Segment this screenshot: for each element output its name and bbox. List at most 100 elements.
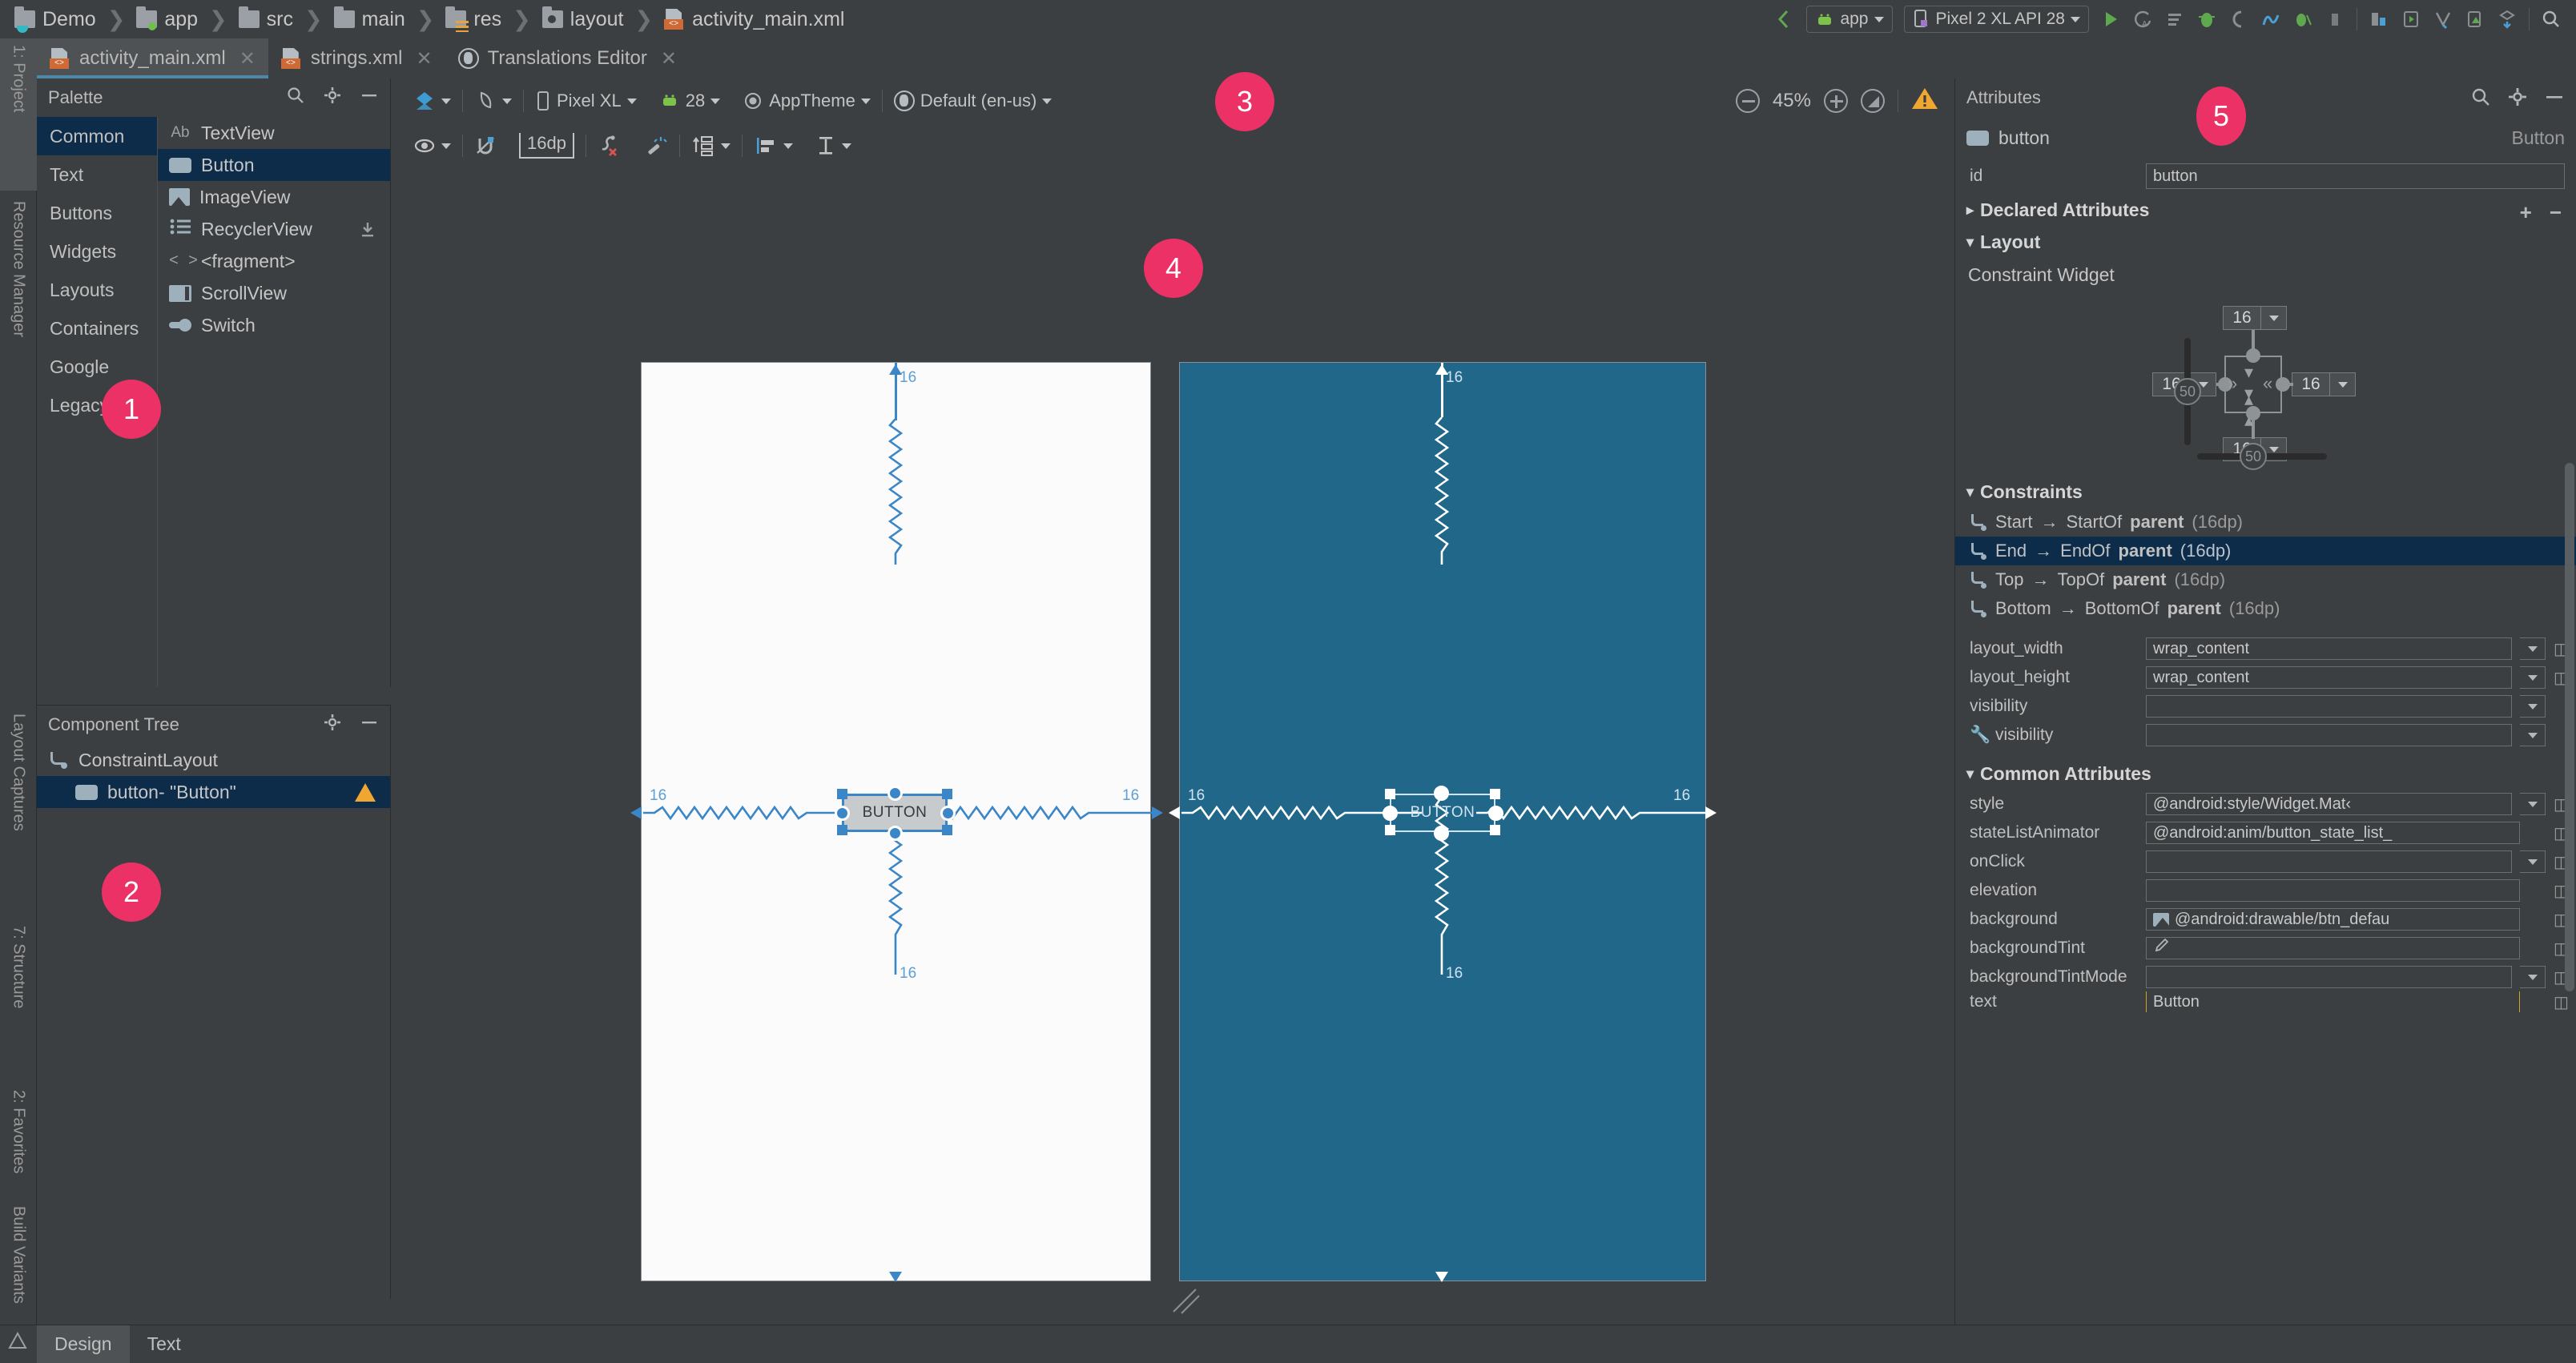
visibility-selector[interactable] xyxy=(402,136,462,155)
palette-item-switch[interactable]: Switch xyxy=(158,309,390,341)
apply-code-changes-icon[interactable] xyxy=(2164,9,2185,30)
breadcrumb-item-app[interactable]: app xyxy=(136,6,198,31)
breadcrumb-item-layout[interactable]: layout xyxy=(541,6,624,31)
tab-strings-xml[interactable]: <> strings.xml ✕ xyxy=(268,38,445,78)
close-icon[interactable]: ✕ xyxy=(417,47,433,70)
resize-handle-top[interactable] xyxy=(1434,786,1449,801)
pin-icon[interactable]: ◫ xyxy=(2554,668,2569,688)
stop-icon[interactable] xyxy=(2324,9,2345,30)
autoconnect-toggle[interactable] xyxy=(463,135,508,157)
locale-selector[interactable]: Default (en-us) xyxy=(883,90,1064,111)
chevron-down-icon[interactable] xyxy=(2520,695,2546,718)
gear-icon[interactable] xyxy=(323,86,342,110)
infer-constraints-button[interactable] xyxy=(633,135,679,157)
pack-selector[interactable] xyxy=(680,135,742,157)
remove-attribute-button[interactable]: − xyxy=(2550,200,2562,225)
profiler-icon[interactable] xyxy=(2260,9,2281,30)
chevron-down-icon[interactable] xyxy=(2520,850,2546,873)
warning-icon[interactable] xyxy=(1911,86,1938,116)
breadcrumb-item-file[interactable]: <> activity_main.xml xyxy=(664,8,844,31)
palette-category-layouts[interactable]: Layouts xyxy=(37,271,157,309)
minimize-icon[interactable] xyxy=(2544,86,2565,112)
tab-translations-editor[interactable]: Translations Editor ✕ xyxy=(445,38,690,78)
pin-icon[interactable]: ◫ xyxy=(2554,910,2569,930)
palette-category-text[interactable]: Text xyxy=(37,155,157,194)
close-icon[interactable]: ✕ xyxy=(661,47,677,70)
attribute-value-input[interactable]: @android:style/Widget.Mat‹ xyxy=(2146,793,2512,815)
palette-category-containers[interactable]: Containers xyxy=(37,309,157,348)
run-icon[interactable] xyxy=(2100,9,2121,30)
attribute-value-input[interactable]: wrap_content xyxy=(2146,666,2512,689)
palette-item-textview[interactable]: Ab TextView xyxy=(158,117,390,149)
avd-manager-icon[interactable] xyxy=(2401,9,2421,30)
corner-handle-tl[interactable] xyxy=(1385,789,1395,799)
zoom-fit-icon[interactable] xyxy=(1861,89,1885,113)
attributes-scrollbar[interactable] xyxy=(2565,463,2574,991)
tab-activity-main-xml[interactable]: <> activity_main.xml ✕ xyxy=(37,38,268,78)
resize-handle-top[interactable] xyxy=(888,786,903,801)
search-icon[interactable] xyxy=(286,86,305,110)
attach-debugger-icon[interactable] xyxy=(2228,9,2249,30)
corner-handle-bl[interactable] xyxy=(1385,825,1395,835)
pin-icon[interactable]: ◫ xyxy=(2554,639,2569,659)
palette-item-scrollview[interactable]: ScrollView xyxy=(158,277,390,309)
pin-icon[interactable]: ◫ xyxy=(2554,881,2569,901)
constraint-item-end[interactable]: End → EndOf parent (16dp) xyxy=(1955,537,2576,565)
minimize-icon[interactable] xyxy=(360,713,379,737)
margin-end-control[interactable]: 16 xyxy=(2292,372,2356,396)
attribute-value-input[interactable]: @android:drawable/btn_defau xyxy=(2146,908,2520,931)
sdk-manager-icon[interactable] xyxy=(2369,9,2389,30)
chevron-down-icon[interactable] xyxy=(2520,793,2546,815)
resize-handle-bottom[interactable] xyxy=(1434,826,1449,841)
attribute-value-input[interactable]: wrap_content xyxy=(2146,637,2512,660)
api-selector[interactable]: 28 xyxy=(648,90,731,111)
constraint-anchor-end[interactable] xyxy=(2276,377,2290,392)
chevron-down-icon[interactable] xyxy=(2520,966,2546,988)
layout-section[interactable]: ▾ Layout xyxy=(1955,226,2576,258)
margin-top-control[interactable]: 16 xyxy=(2223,306,2287,330)
add-attribute-button[interactable]: + xyxy=(2520,200,2532,225)
sidebar-item-resource-manager[interactable]: Resource Manager xyxy=(0,195,37,427)
chevron-down-icon[interactable] xyxy=(2261,306,2287,330)
declared-attributes-section[interactable]: ▸ Declared Attributes + − xyxy=(1955,194,2576,226)
chevron-down-icon[interactable] xyxy=(2520,637,2546,660)
tab-text[interactable]: Text xyxy=(130,1325,199,1363)
attribute-value-input[interactable]: Button xyxy=(2146,991,2520,1012)
default-margin-selector[interactable]: 16dp xyxy=(508,133,586,159)
close-icon[interactable]: ✕ xyxy=(239,47,256,70)
search-icon[interactable] xyxy=(2541,9,2562,30)
layout-inspector-icon[interactable] xyxy=(2497,9,2518,30)
tree-node-constraintlayout[interactable]: ConstraintLayout xyxy=(37,744,390,776)
clear-constraints-button[interactable] xyxy=(586,135,633,157)
chevron-double-up-icon[interactable]: ▴ ▴ xyxy=(2244,389,2253,431)
debug-attach-icon[interactable] xyxy=(2292,9,2313,30)
resize-handle-left[interactable] xyxy=(835,806,850,821)
constraint-item-top[interactable]: Top → TopOf parent (16dp) xyxy=(1955,565,2576,594)
tree-node-button[interactable]: button- "Button" xyxy=(37,776,390,808)
palette-item-fragment[interactable]: < > <fragment> xyxy=(158,245,390,277)
resize-handle-bottom[interactable] xyxy=(888,826,903,841)
pin-icon[interactable]: ◫ xyxy=(2554,992,2569,1012)
corner-handle-bl[interactable] xyxy=(837,825,847,835)
guidelines-selector[interactable] xyxy=(804,135,863,157)
theme-selector[interactable]: AppTheme xyxy=(731,90,882,111)
gear-icon[interactable] xyxy=(2507,86,2528,112)
attribute-value-input[interactable] xyxy=(2146,937,2520,959)
download-icon[interactable] xyxy=(360,221,376,237)
breadcrumb-item-demo[interactable]: Demo xyxy=(14,6,96,33)
pin-icon[interactable]: ◫ xyxy=(2554,794,2569,814)
build-icon[interactable] xyxy=(6,1330,29,1355)
debug-icon[interactable] xyxy=(2196,9,2217,30)
device-preview-selector[interactable]: Pixel XL xyxy=(524,90,648,111)
design-canvas[interactable]: 16 16 16 16 BUTTON 16 16 16 16 BUTTON xyxy=(391,168,1954,1363)
chevron-down-icon[interactable] xyxy=(2330,372,2356,396)
device-preview-render[interactable]: 16 16 16 16 BUTTON xyxy=(630,362,1163,1282)
device-selector[interactable]: Pixel 2 XL API 28 xyxy=(1903,6,2089,33)
chevron-down-icon[interactable] xyxy=(2520,666,2546,689)
gradle-sync-icon[interactable] xyxy=(2433,9,2453,30)
constraints-section[interactable]: ▾ Constraints xyxy=(1955,476,2576,508)
attribute-value-input[interactable] xyxy=(2146,879,2520,902)
pin-icon[interactable]: ◫ xyxy=(2554,967,2569,987)
palette-category-widgets[interactable]: Widgets xyxy=(37,232,157,271)
align-selector[interactable] xyxy=(743,135,804,157)
